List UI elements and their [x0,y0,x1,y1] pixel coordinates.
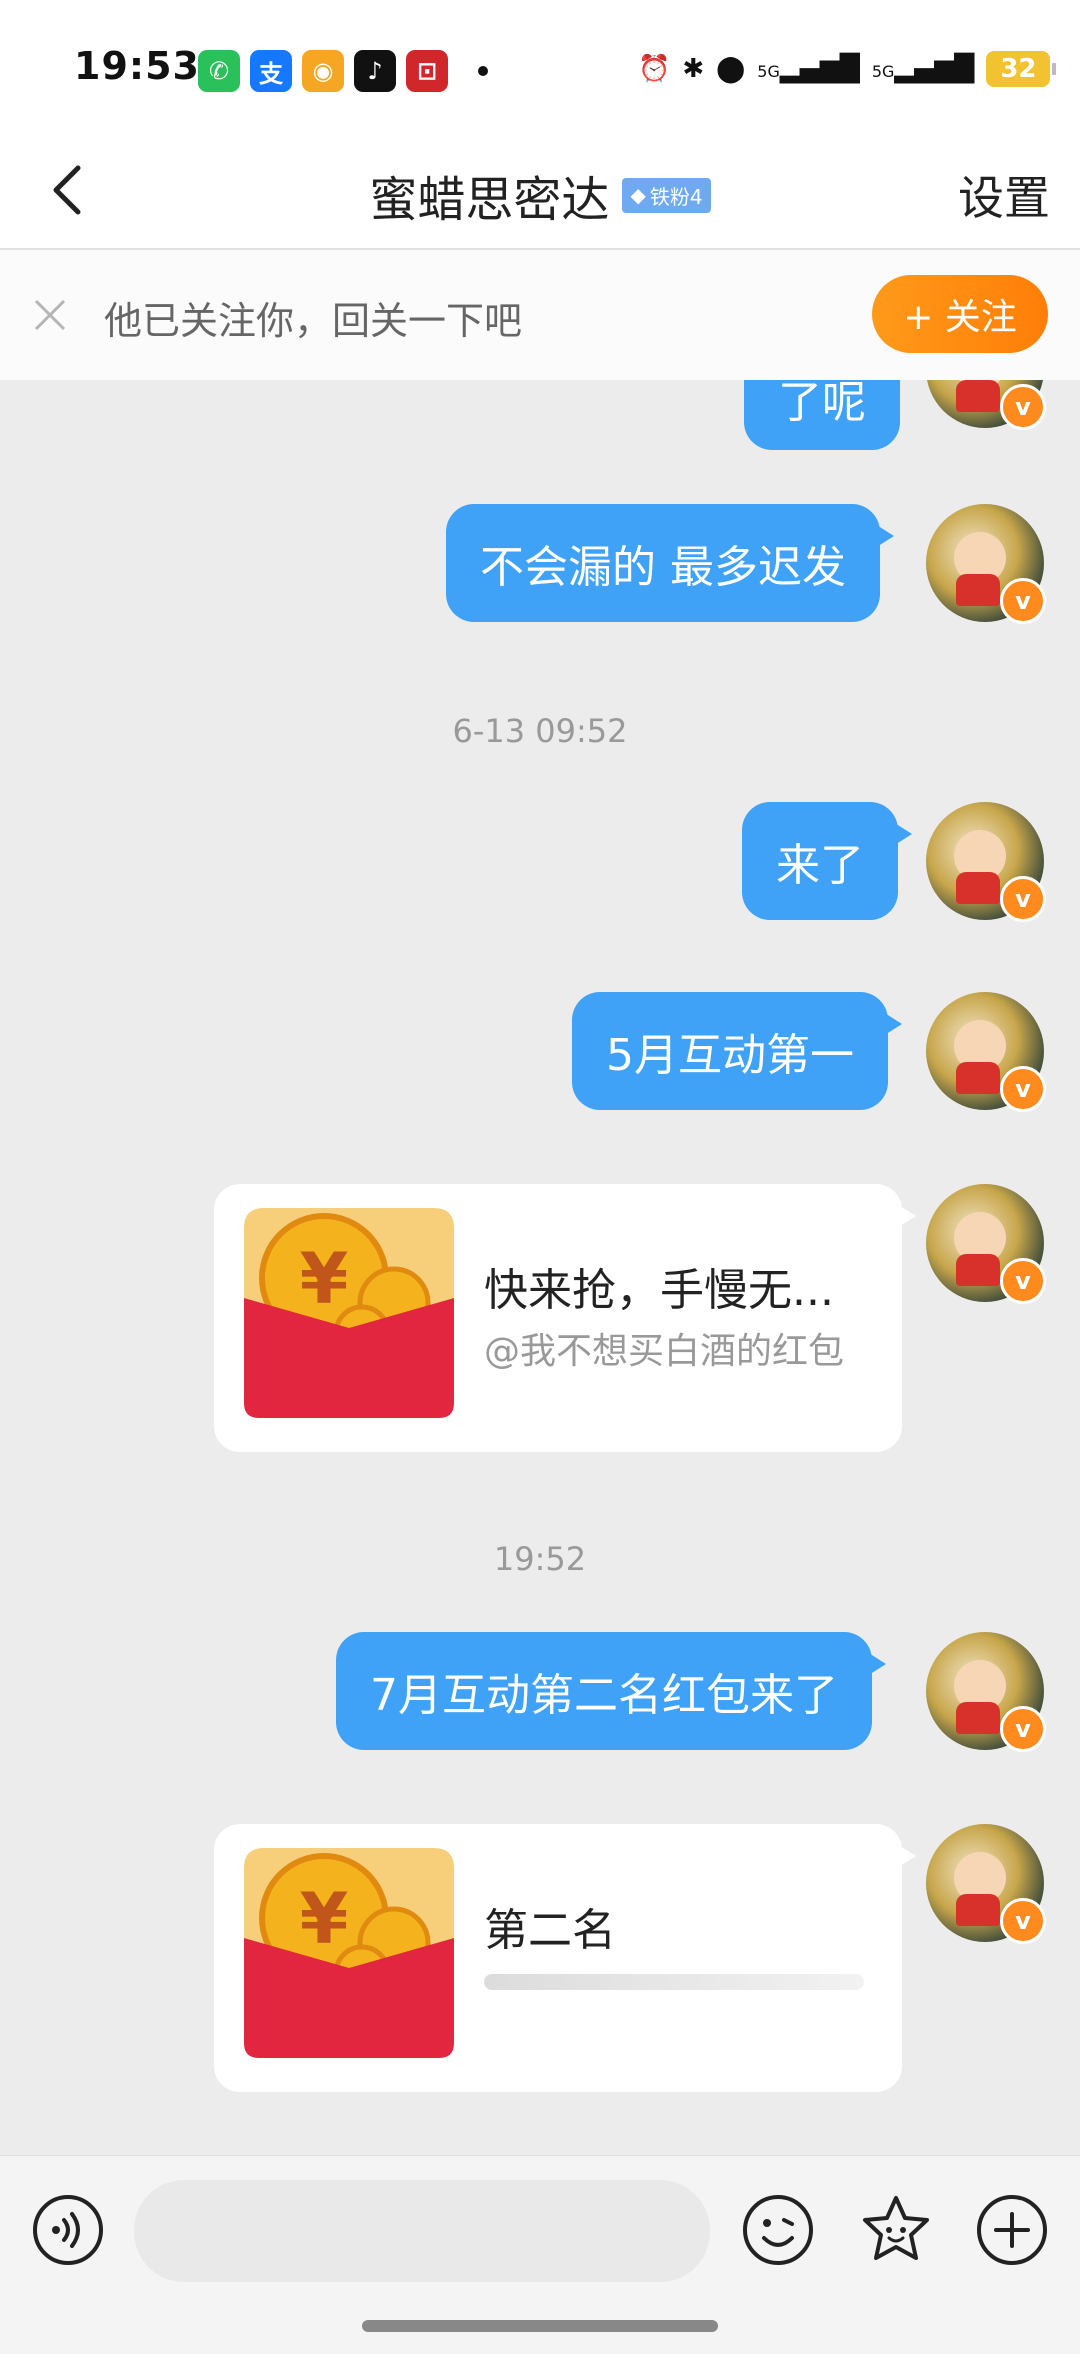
red-packet-title: 快来抢，手慢无... [484,1265,834,1316]
red-packet-card[interactable]: ¥ 快来抢，手慢无... @我不想买白酒的红包 [214,1184,916,1452]
system-icons: ⏰ ✱ ⬤ 5G▂▄▆█ 5G▂▄▆█ 32 [638,46,1057,92]
alarm-icon: ⏰ [638,54,671,84]
avatar[interactable]: v [926,1184,1046,1304]
message-list[interactable]: 了呢 v 不会漏的 最多迟发 v 6-13 09:52 来了 v 5月互动第一 … [0,380,1080,2155]
more-notifications-dot [478,66,488,76]
emoji-icon[interactable] [740,2192,816,2268]
message-bubble[interactable]: 5月互动第一 [572,992,902,1110]
message-text: 不会漏的 最多迟发 [480,542,846,593]
message-bubble[interactable]: 来了 [742,802,912,920]
sticker-icon[interactable] [858,2192,934,2268]
red-packet-title: 第二名 [484,1905,616,1956]
avatar[interactable]: v [926,992,1046,1112]
timestamp: 6-13 09:52 [452,712,628,750]
bluetooth-icon: ✱ [682,54,705,84]
home-indicator[interactable] [362,2320,718,2332]
follow-button[interactable]: + 关注 [872,275,1048,353]
avatar[interactable]: v [926,1632,1046,1752]
verified-icon: v [1000,1066,1046,1112]
redacted-text [484,1974,864,1990]
voice-icon[interactable] [30,2192,106,2268]
verified-icon: v [1000,384,1046,430]
message-text: 了呢 [778,380,866,428]
red-envelope-icon: ¥ [244,1208,454,1418]
avatar[interactable]: v [926,1824,1046,1944]
weibo-icon: ◉ [302,50,344,92]
diamond-icon: ◆ [630,183,646,207]
status-time: 19:53 [74,44,200,88]
chat-title[interactable]: 蜜蜡思密达 [369,172,609,228]
avatar[interactable]: v [926,380,1046,430]
message-input[interactable] [134,2180,710,2282]
notification-icons: ✆ 支 ◉ ♪ ⊡ [198,50,488,92]
signal-icon-2: 5G▂▄▆█ [871,54,975,84]
settings-button[interactable]: 设置 [958,162,1050,228]
plus-icon[interactable] [974,2192,1050,2268]
verified-icon: v [1000,578,1046,624]
signal-icon-1: 5G▂▄▆█ [757,54,860,84]
message-text: 7月互动第二名红包来了 [370,1670,838,1721]
message-bubble[interactable]: 了呢 [744,380,900,450]
verified-icon: v [1000,1258,1046,1304]
message-bubble[interactable]: 7月互动第二名红包来了 [336,1632,886,1750]
status-bar: 19:53 ✆ 支 ◉ ♪ ⊡ ⏰ ✱ ⬤ 5G▂▄▆█ 5G▂▄▆█ 32 [0,0,1080,130]
chat-header: 蜜蜡思密达 ◆ 铁粉4 设置 [0,130,1080,250]
fan-level-label: 铁粉4 [649,184,703,209]
wechat-icon: ✆ [198,50,240,92]
svg-text:¥: ¥ [300,1238,349,1320]
message-bubble[interactable]: 不会漏的 最多迟发 [446,504,894,622]
timestamp: 19:52 [493,1540,587,1578]
verified-icon: v [1000,1706,1046,1752]
fan-level-badge: ◆ 铁粉4 [622,177,711,213]
avatar[interactable]: v [926,504,1046,624]
verified-icon: v [1000,1898,1046,1944]
follow-banner: 他已关注你，回关一下吧 + 关注 [0,250,1080,380]
bank-icon: ⊡ [406,50,448,92]
tiktok-icon: ♪ [354,50,396,92]
svg-text:¥: ¥ [300,1878,349,1960]
message-text: 来了 [776,840,864,891]
red-envelope-icon: ¥ [244,1848,454,2058]
follow-prompt-text: 他已关注你，回关一下吧 [104,299,523,343]
title-area: 蜜蜡思密达 ◆ 铁粉4 [0,160,1080,230]
avatar[interactable]: v [926,802,1046,922]
red-packet-card[interactable]: ¥ 第二名 [214,1824,916,2092]
close-icon[interactable] [30,295,70,335]
verified-icon: v [1000,876,1046,922]
message-text: 5月互动第一 [606,1030,854,1081]
location-icon: ⬤ [716,54,746,84]
red-packet-sender: @我不想买白酒的红包 [484,1331,845,1372]
alipay-icon: 支 [250,50,292,92]
battery-indicator: 32 [986,51,1057,87]
